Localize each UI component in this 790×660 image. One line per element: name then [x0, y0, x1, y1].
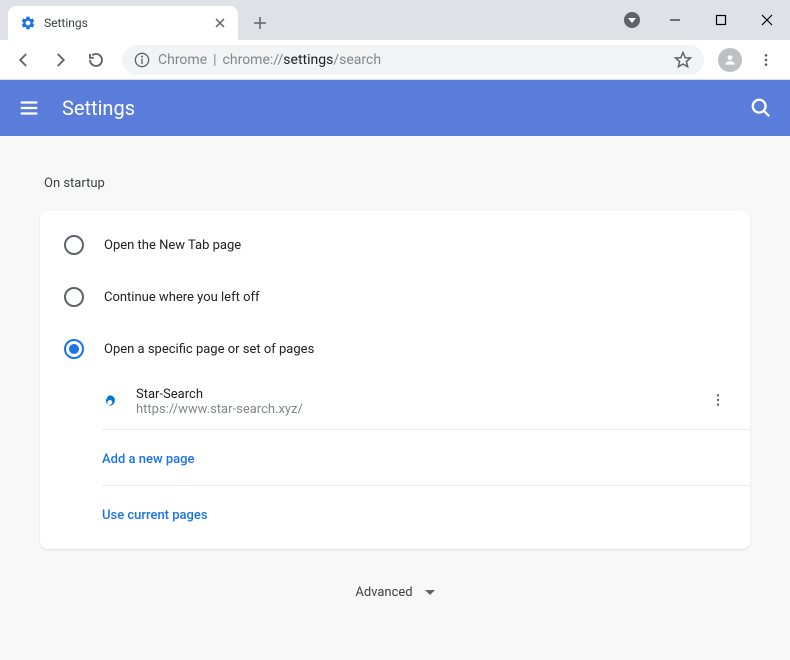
startup-card: Open the New Tab page Continue where you… — [40, 211, 750, 549]
chrome-status-icon[interactable] — [624, 12, 640, 28]
forward-button[interactable] — [44, 44, 76, 76]
minimize-button[interactable] — [652, 4, 698, 36]
radio-icon — [64, 339, 84, 359]
add-new-page-link[interactable]: Add a new page — [102, 430, 750, 486]
avatar-icon — [718, 48, 742, 72]
site-info-icon[interactable] — [134, 52, 150, 68]
section-title: On startup — [44, 176, 750, 191]
new-tab-button[interactable] — [246, 9, 274, 37]
advanced-label: Advanced — [355, 585, 412, 600]
toolbar: Chrome | chrome://settings/search — [0, 40, 790, 80]
tab-title: Settings — [44, 16, 204, 30]
radio-option-continue[interactable]: Continue where you left off — [40, 271, 750, 323]
omnibox[interactable]: Chrome | chrome://settings/search — [122, 45, 704, 75]
close-window-button[interactable] — [744, 4, 790, 36]
advanced-section: Advanced — [40, 549, 750, 648]
reload-button[interactable] — [80, 44, 112, 76]
radio-label: Open a specific page or set of pages — [104, 342, 314, 357]
radio-icon — [64, 287, 84, 307]
radio-option-new-tab[interactable]: Open the New Tab page — [40, 219, 750, 271]
radio-label: Continue where you left off — [104, 290, 260, 305]
hamburger-icon[interactable] — [18, 97, 40, 119]
browser-tab[interactable]: Settings — [8, 6, 238, 40]
close-tab-icon[interactable] — [212, 15, 228, 31]
content-scroll[interactable]: On startup Open the New Tab page Continu… — [0, 136, 790, 660]
page-title: Settings — [62, 96, 135, 120]
link-label: Use current pages — [102, 508, 208, 523]
settings-header: Settings — [0, 80, 790, 136]
favicon-icon — [102, 394, 118, 410]
chevron-down-icon — [425, 590, 435, 595]
more-actions-button[interactable] — [706, 388, 730, 416]
link-label: Add a new page — [102, 452, 194, 467]
omnibox-text: Chrome | chrome://settings/search — [158, 52, 381, 68]
radio-icon — [64, 235, 84, 255]
radio-label: Open the New Tab page — [104, 238, 241, 253]
titlebar: Settings — [0, 0, 790, 40]
startup-page-entry: Star-Search https://www.star-search.xyz/ — [102, 375, 750, 430]
maximize-button[interactable] — [698, 4, 744, 36]
profile-button[interactable] — [714, 44, 746, 76]
startup-page-url: https://www.star-search.xyz/ — [136, 402, 706, 417]
search-icon[interactable] — [750, 97, 772, 119]
gear-icon — [20, 15, 36, 31]
advanced-toggle-button[interactable]: Advanced — [355, 585, 434, 600]
bookmark-star-icon[interactable] — [674, 51, 692, 69]
radio-option-specific-pages[interactable]: Open a specific page or set of pages — [40, 323, 750, 375]
use-current-pages-link[interactable]: Use current pages — [102, 486, 750, 541]
kebab-menu-button[interactable] — [750, 44, 782, 76]
back-button[interactable] — [8, 44, 40, 76]
window-controls — [652, 0, 790, 40]
startup-page-name: Star-Search — [136, 387, 706, 402]
